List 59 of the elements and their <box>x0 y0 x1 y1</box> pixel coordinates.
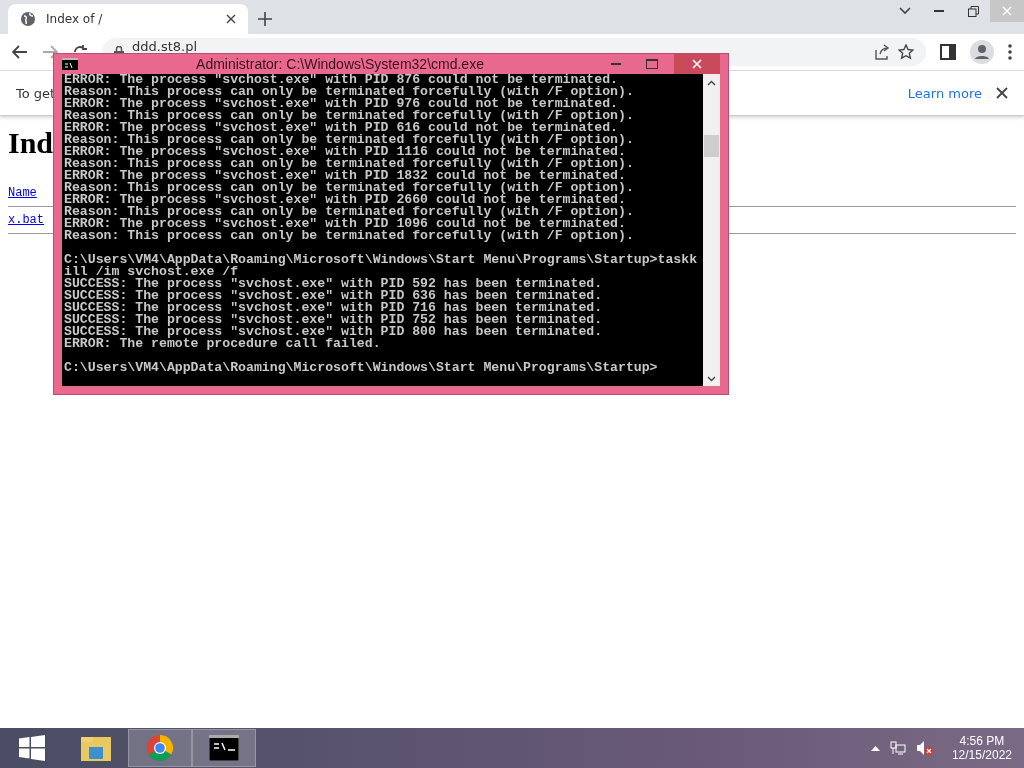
console-line: C:\Users\VM4\AppData\Roaming\Microsoft\Windows\Start Menu\Programs\Startup> <box>64 362 659 374</box>
terminal-icon <box>62 58 78 70</box>
close-icon[interactable] <box>996 87 1008 99</box>
close-icon[interactable] <box>226 14 236 24</box>
share-icon[interactable] <box>874 44 890 60</box>
console-line: ERROR: The process "svchost.exe" with PID 1832 could not be terminated. <box>64 170 626 182</box>
console-line: Reason: This process can only be terminated forcefully (with /F option). <box>64 134 635 146</box>
side-panel-icon[interactable] <box>940 44 956 60</box>
clock-date: 12/15/2022 <box>951 748 1012 762</box>
browser-tab[interactable]: Index of / <box>8 4 248 34</box>
close-window-button[interactable] <box>674 54 720 74</box>
network-icon[interactable] <box>889 741 906 755</box>
chevron-down-icon[interactable] <box>899 7 911 15</box>
console-line: C:\Users\VM4\AppData\Roaming\Microsoft\Windows\Start Menu\Programs\Startup>taskk <box>64 254 699 266</box>
forward-icon[interactable] <box>42 45 58 59</box>
muted-speaker-icon[interactable] <box>915 740 934 756</box>
scrollbar[interactable] <box>703 74 720 386</box>
scroll-down-icon[interactable] <box>707 376 716 382</box>
clock-time: 4:56 PM <box>959 734 1005 748</box>
console-line: ERROR: The process "svchost.exe" with PID 1116 could not be terminated. <box>64 146 626 158</box>
console-line: ERROR: The process "svchost.exe" with PID 2660 could not be terminated. <box>64 194 626 206</box>
scroll-up-icon[interactable] <box>707 80 716 86</box>
windows-start-icon[interactable] <box>19 735 45 761</box>
caret-up-icon[interactable] <box>870 745 880 751</box>
restore-icon[interactable] <box>967 5 979 17</box>
console-line: SUCCESS: The process "svchost.exe" with PID 636 has been terminated. <box>64 290 604 302</box>
console-line: ERROR: The process "svchost.exe" with PID 1096 could not be terminated. <box>64 218 626 230</box>
console-line: Reason: This process can only be terminated forcefully (with /F option). <box>64 158 635 170</box>
console-line: Reason: This process can only be terminated forcefully (with /F option). <box>64 86 635 98</box>
console-line: SUCCESS: The process "svchost.exe" with PID 592 has been terminated. <box>64 278 604 290</box>
chrome-icon <box>146 734 174 762</box>
terminal-icon <box>209 735 239 761</box>
globe-icon <box>20 11 36 27</box>
maximize-icon[interactable] <box>646 59 658 69</box>
console-line: ERROR: The remote procedure call failed. <box>64 338 382 350</box>
file-link[interactable]: x.bat <box>8 213 44 227</box>
console-line: Reason: This process can only be terminated forcefully (with /F option). <box>64 206 635 218</box>
console-line: ERROR: The process "svchost.exe" with PID 876 could not be terminated. <box>64 74 618 86</box>
console-line: ERROR: The process "svchost.exe" with PID 616 could not be terminated. <box>64 122 618 134</box>
console-line: ERROR: The process "svchost.exe" with PID 976 could not be terminated. <box>64 98 618 110</box>
console-line: Reason: This process can only be terminated forcefully (with /F option). <box>64 230 635 242</box>
folder-icon <box>80 734 112 762</box>
console-line: SUCCESS: The process "svchost.exe" with PID 752 has been terminated. <box>64 314 604 326</box>
taskbar-app-button[interactable] <box>192 729 256 767</box>
star-icon[interactable] <box>898 44 914 60</box>
console-line: SUCCESS: The process "svchost.exe" with PID 800 has been terminated. <box>64 326 604 338</box>
column-header-link[interactable]: Name <box>8 186 37 200</box>
reload-icon[interactable] <box>72 43 88 52</box>
console-line: Reason: This process can only be terminated forcefully (with /F option). <box>64 182 635 194</box>
console-line: SUCCESS: The process "svchost.exe" with PID 716 has been terminated. <box>64 302 604 314</box>
scroll-thumb[interactable] <box>704 135 719 157</box>
back-icon[interactable] <box>12 45 28 59</box>
avatar-icon[interactable] <box>970 40 994 64</box>
new-tab-icon[interactable] <box>258 12 272 26</box>
learn-more-link[interactable]: Learn more <box>907 85 982 101</box>
console-line: Reason: This process can only be terminated forcefully (with /F option). <box>64 110 635 122</box>
console-line: ill /im svchost.exe /f <box>64 266 239 278</box>
page-heading: Ind <box>8 126 54 160</box>
menu-icon[interactable] <box>1008 44 1012 60</box>
